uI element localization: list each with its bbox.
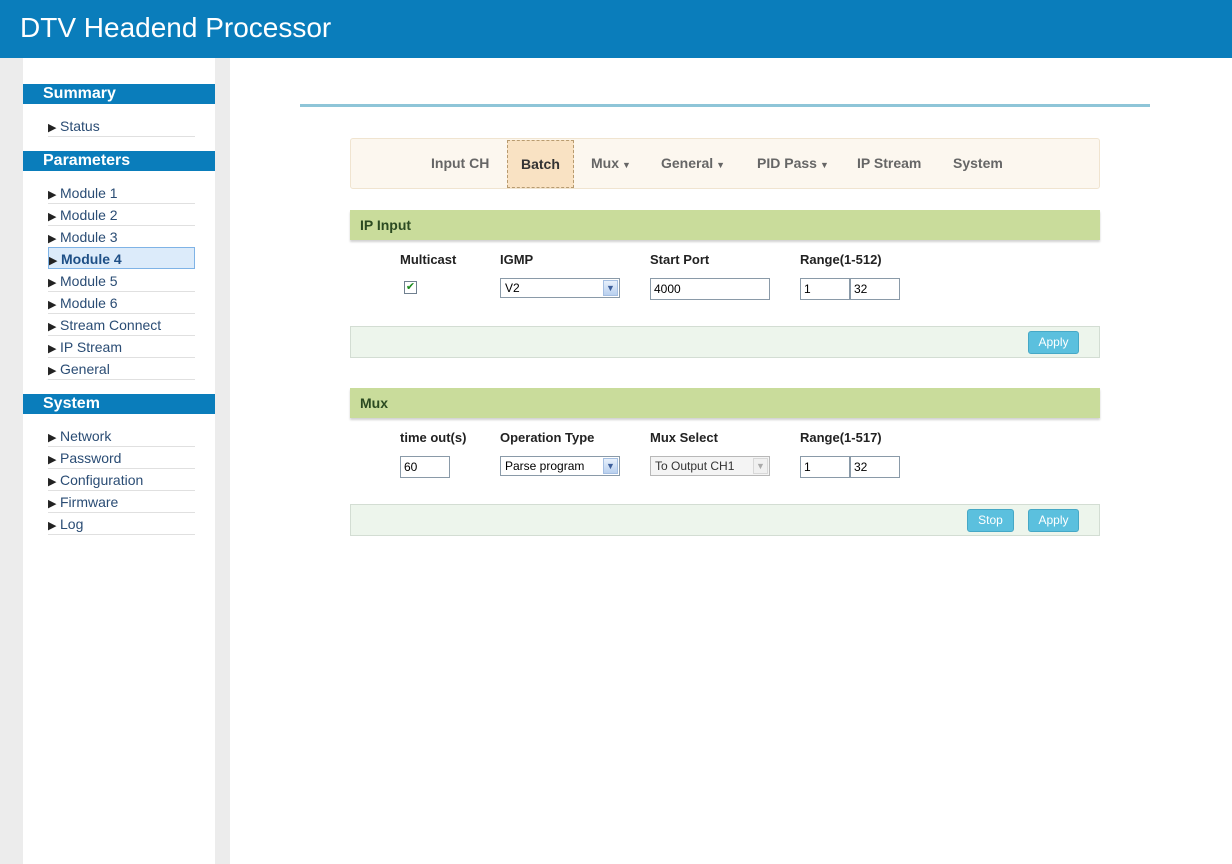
chevron-down-icon: ▼: [753, 458, 768, 474]
range-label: Range(1-512): [800, 252, 882, 267]
triangle-right-icon: ▶: [48, 299, 57, 311]
ip-input-apply-button[interactable]: Apply: [1028, 331, 1079, 354]
check-icon: ✔: [405, 281, 416, 293]
ip-input-panel-heading: IP Input: [350, 210, 1100, 240]
start-port-input[interactable]: [650, 278, 770, 300]
timeout-label: time out(s): [400, 430, 467, 445]
mux-range-from-input[interactable]: [800, 456, 850, 478]
sidebar-item-general[interactable]: ▶ General: [48, 358, 195, 380]
tab-pid-pass[interactable]: PID Pass ▼: [757, 139, 829, 188]
sidebar-item-module-5[interactable]: ▶ Module 5: [48, 270, 195, 292]
chevron-down-icon: ▼: [603, 280, 618, 296]
caret-down-icon: ▼: [622, 160, 631, 170]
sidebar-item-module-3[interactable]: ▶ Module 3: [48, 226, 195, 248]
triangle-right-icon: ▶: [48, 498, 57, 510]
sidebar-heading-parameters: Parameters: [23, 151, 215, 171]
mux-select-label: Mux Select: [650, 430, 718, 445]
triangle-right-icon: ▶: [48, 122, 57, 134]
triangle-right-icon: ▶: [49, 255, 58, 267]
tab-batch[interactable]: Batch: [507, 140, 574, 188]
tab-general[interactable]: General ▼: [661, 139, 725, 188]
operation-type-label: Operation Type: [500, 430, 595, 445]
sidebar-item-module-1[interactable]: ▶ Module 1: [48, 182, 195, 204]
sidebar-item-module-4[interactable]: ▶ Module 4: [48, 247, 195, 269]
sidebar-item-status[interactable]: ▶ Status: [48, 115, 195, 137]
sidebar-item-module-2[interactable]: ▶ Module 2: [48, 204, 195, 226]
range-to-input[interactable]: [850, 278, 900, 300]
start-port-label: Start Port: [650, 252, 710, 267]
ip-input-action-bar: Apply: [350, 326, 1100, 358]
timeout-input[interactable]: [400, 456, 450, 478]
sidebar-item-stream-connect[interactable]: ▶ Stream Connect: [48, 314, 195, 336]
mux-select-dropdown[interactable]: To Output CH1 ▼: [650, 456, 770, 476]
triangle-right-icon: ▶: [48, 321, 57, 333]
tab-ip-stream[interactable]: IP Stream: [857, 139, 921, 188]
range-from-input[interactable]: [800, 278, 850, 300]
triangle-right-icon: ▶: [48, 277, 57, 289]
caret-down-icon: ▼: [819, 160, 829, 170]
igmp-select[interactable]: V2 ▼: [500, 278, 620, 298]
sidebar-item-ip-stream[interactable]: ▶ IP Stream: [48, 336, 195, 358]
triangle-right-icon: ▶: [48, 520, 57, 532]
mux-panel-heading: Mux: [350, 388, 1100, 418]
app-title: DTV Headend Processor: [20, 12, 332, 43]
caret-down-icon: ▼: [716, 160, 726, 170]
igmp-label: IGMP: [500, 252, 534, 267]
triangle-right-icon: ▶: [48, 365, 57, 377]
triangle-right-icon: ▶: [48, 211, 57, 223]
app-header: DTV Headend Processor: [0, 0, 1232, 58]
main-content: Input CH Batch Mux ▼ General ▼ PID Pass ▼ I…: [230, 58, 1232, 864]
mux-action-bar: Stop Apply: [350, 504, 1100, 536]
sidebar-item-firmware[interactable]: ▶ Firmware: [48, 491, 195, 513]
multicast-label: Multicast: [400, 252, 457, 267]
mux-range-label: Range(1-517): [800, 430, 882, 445]
tab-input-ch[interactable]: Input CH: [431, 139, 489, 188]
tab-system[interactable]: System: [953, 139, 1003, 188]
triangle-right-icon: ▶: [48, 454, 57, 466]
multicast-checkbox[interactable]: ✔: [404, 281, 417, 294]
chevron-down-icon: ▼: [603, 458, 618, 474]
triangle-right-icon: ▶: [48, 432, 57, 444]
operation-type-select[interactable]: Parse program ▼: [500, 456, 620, 476]
mux-apply-button[interactable]: Apply: [1028, 509, 1079, 532]
mux-stop-button[interactable]: Stop: [967, 509, 1014, 532]
sidebar-heading-system: System: [23, 394, 215, 414]
sidebar-item-network[interactable]: ▶ Network: [48, 425, 195, 447]
tab-bar: Input CH Batch Mux ▼ General ▼ PID Pass ▼ I…: [350, 138, 1100, 189]
sidebar-item-password[interactable]: ▶ Password: [48, 447, 195, 469]
divider-line: [300, 104, 1150, 107]
tab-mux[interactable]: Mux ▼: [591, 139, 631, 188]
triangle-right-icon: ▶: [48, 476, 57, 488]
mux-range-to-input[interactable]: [850, 456, 900, 478]
sidebar: Summary ▶ Status Parameters ▶ Module 1 ▶ Mo…: [23, 58, 215, 864]
sidebar-item-log[interactable]: ▶ Log: [48, 513, 195, 535]
sidebar-heading-summary: Summary: [23, 84, 215, 104]
triangle-right-icon: ▶: [48, 189, 57, 201]
sidebar-item-configuration[interactable]: ▶ Configuration: [48, 469, 195, 491]
sidebar-item-module-6[interactable]: ▶ Module 6: [48, 292, 195, 314]
triangle-right-icon: ▶: [48, 343, 57, 355]
